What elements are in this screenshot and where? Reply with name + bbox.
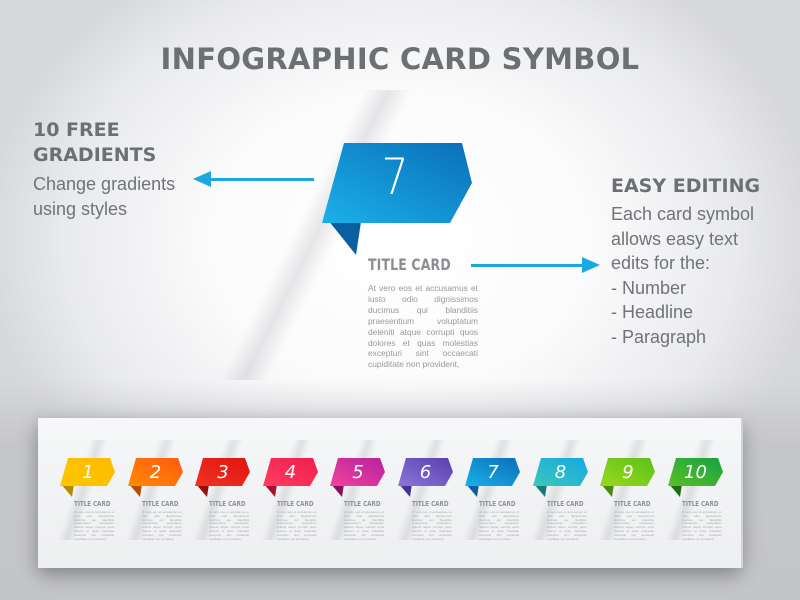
card-title: TITLE CARD [546, 500, 583, 508]
card-item: 9 TITLE CARD At vero eos et accusamus et i… [597, 418, 662, 568]
hero-card-paragraph: At vero eos et accusamus et iusto odio d… [368, 283, 478, 370]
card-number: 8 [554, 462, 567, 483]
card-number: 6 [419, 462, 432, 483]
card-title: TITLE CARD [74, 500, 111, 508]
panel-edge [741, 418, 743, 568]
card-item: 5 TITLE CARD At vero eos et accusamus et i… [327, 418, 392, 568]
description-line: - Headline [611, 302, 694, 322]
page-title: INFOGRAPHIC CARD SYMBOL [160, 42, 640, 76]
card-number: 7 [487, 462, 499, 483]
hero-card-number: 7 [381, 148, 409, 206]
card-number: 3 [217, 462, 229, 483]
heading-line: GRADIENTS [33, 144, 157, 166]
description-line: - Number [611, 277, 687, 298]
card-paragraph: At vero eos et accusamus et iusto odio d… [546, 511, 587, 541]
feature-gradients-heading: 10 FREE GRADIENTS [33, 118, 233, 168]
card-item: 1 TITLE CARD At vero eos et accusamus et i… [57, 418, 122, 568]
card-title: TITLE CARD [141, 500, 178, 508]
card-number: 4 [284, 462, 297, 483]
card-paragraph: At vero eos et accusamus et iusto odio d… [74, 511, 114, 541]
card-item: 2 TITLE CARD At vero eos et accusamus et i… [125, 418, 190, 568]
card-paragraph: At vero eos et accusamus et iusto odio d… [681, 511, 722, 541]
description-line: Each card symbol [611, 204, 755, 224]
card-title: TITLE CARD [209, 500, 246, 508]
card-paragraph: At vero eos et accusamus et iusto odio d… [209, 511, 249, 541]
card-number: 2 [149, 462, 162, 483]
card-item: 7 TITLE CARD At vero eos et accusamus et i… [462, 418, 527, 568]
card-title: TITLE CARD [344, 500, 381, 508]
card-title: TITLE CARD [479, 500, 516, 508]
feature-editing: EASY EDITING Each card symbol allows eas… [611, 174, 791, 349]
card-paragraph: At vero eos et accusamus et iusto odio d… [411, 511, 452, 541]
card-number: 10 [684, 462, 707, 483]
card-item: 3 TITLE CARD At vero eos et accusamus et i… [192, 418, 257, 568]
card-number: 5 [352, 462, 364, 483]
card-item: 4 TITLE CARD At vero eos et accusamus et i… [260, 418, 325, 568]
card-number: 1 [82, 462, 94, 483]
feature-editing-heading: EASY EDITING [611, 175, 761, 197]
card-item: 8 TITLE CARD At vero eos et accusamus et i… [530, 418, 595, 568]
description-line: allows easy text [611, 228, 739, 249]
card-paragraph: At vero eos et accusamus et iusto odio d… [344, 511, 384, 541]
card-title: TITLE CARD [276, 500, 313, 508]
heading-line: 10 FREE [33, 119, 120, 141]
card-title: TITLE CARD [681, 500, 718, 508]
feature-gradients: 10 FREE GRADIENTS Change gradients using… [33, 118, 233, 222]
card-paragraph: At vero eos et accusamus et iusto odio d… [276, 511, 317, 541]
card-paragraph: At vero eos et accusamus et iusto odio d… [141, 511, 182, 541]
card-title: TITLE CARD [411, 500, 448, 508]
card-item: 6 TITLE CARD At vero eos et accusamus et i… [395, 418, 460, 568]
arrow-right-icon [471, 257, 600, 273]
hero-card-title: TITLE CARD [368, 255, 451, 274]
card-title: TITLE CARD [614, 500, 651, 508]
card-set-panel: 1 TITLE CARD At vero eos et accusamus et i… [38, 418, 743, 568]
card-item: 10 TITLE CARD At vero eos et accusamus et … [665, 418, 730, 568]
description-line: edits for the: [611, 253, 711, 273]
card-paragraph: At vero eos et accusamus et iusto odio d… [614, 511, 654, 541]
description-line: - Paragraph [611, 326, 707, 347]
card-paragraph: At vero eos et accusamus et iusto odio d… [479, 511, 519, 541]
description-line: using styles [33, 199, 128, 219]
card-number: 9 [622, 462, 634, 483]
feature-editing-description: Each card symbol allows easy text edits … [611, 202, 791, 349]
